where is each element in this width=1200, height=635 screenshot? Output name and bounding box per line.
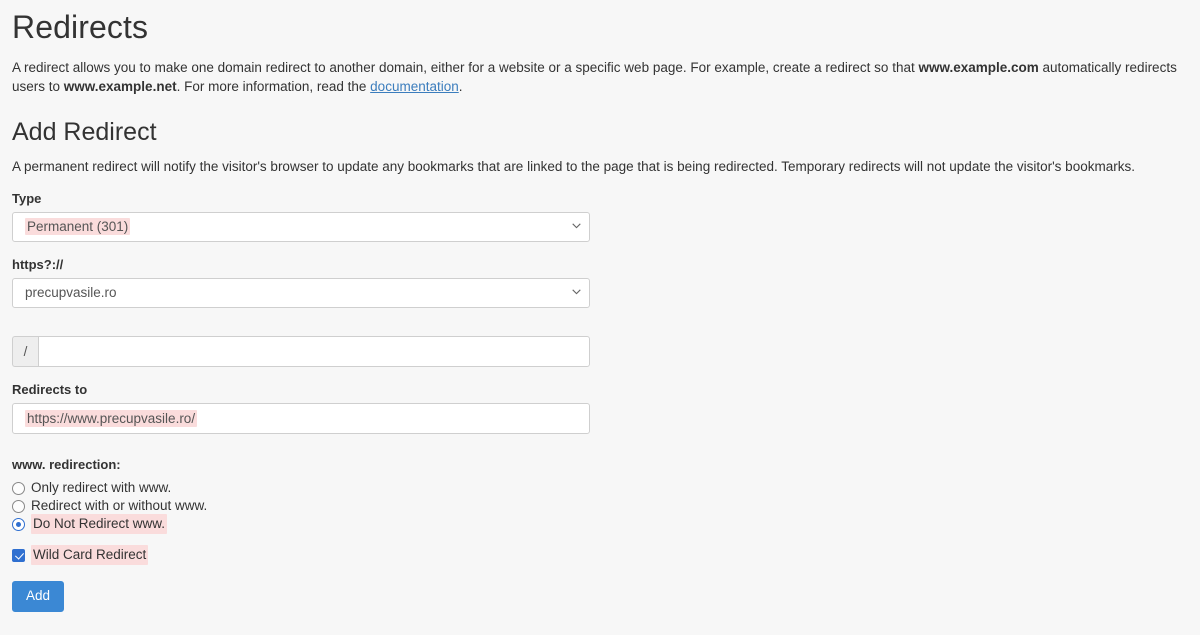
intro-text-part-3: . For more information, read the [176, 79, 371, 94]
wild-card-redirect-row[interactable]: Wild Card Redirect [12, 545, 590, 565]
intro-example-com: www.example.com [918, 60, 1039, 75]
path-slash-addon: / [12, 336, 38, 367]
radio-option-with-or-without-www[interactable]: Redirect with or without www. [12, 497, 590, 515]
type-select-value: Permanent (301) [25, 218, 131, 235]
intro-text-part-1: A redirect allows you to make one domain… [12, 60, 919, 75]
path-input-group: / [12, 336, 590, 367]
radio-option-do-not-redirect-www[interactable]: Do Not Redirect www. [12, 514, 590, 534]
radio-label-only-www: Only redirect with www. [31, 480, 172, 495]
radio-label-do-not-redirect-www: Do Not Redirect www. [31, 514, 168, 534]
submit-row: Add [12, 564, 590, 612]
domain-select[interactable]: precupvasile.ro [12, 278, 590, 308]
type-field-group: Type Permanent (301) [12, 190, 590, 242]
domain-field-group: https?:// precupvasile.ro [12, 256, 590, 308]
redirects-to-label: Redirects to [12, 382, 88, 397]
type-select[interactable]: Permanent (301) [12, 212, 590, 242]
path-input[interactable] [38, 336, 590, 367]
add-redirect-form: Type Permanent (301) https?:// precupvas… [12, 190, 590, 612]
radio-label-with-or-without-www: Redirect with or without www. [31, 498, 208, 513]
type-select-box[interactable]: Permanent (301) [12, 212, 590, 242]
intro-example-net: www.example.net [63, 79, 177, 94]
add-button[interactable]: Add [12, 581, 65, 612]
path-field-group: / [12, 336, 590, 367]
add-redirect-heading: Add Redirect [12, 118, 157, 146]
type-label: Type [12, 191, 42, 206]
wild-card-redirect-label: Wild Card Redirect [31, 545, 149, 565]
redirects-to-input[interactable]: https://www.precupvasile.ro/ [12, 403, 590, 434]
radio-icon-selected[interactable] [12, 517, 25, 531]
domain-label: https?:// [12, 257, 64, 272]
radio-icon[interactable] [12, 481, 25, 495]
documentation-link[interactable]: documentation [370, 79, 459, 94]
intro-text-part-4: . [458, 79, 463, 94]
add-redirect-description: A permanent redirect will notify the vis… [12, 159, 1135, 174]
radio-option-only-www[interactable]: Only redirect with www. [12, 479, 590, 497]
page-intro-text: A redirect allows you to make one domain… [12, 48, 1188, 96]
redirects-to-field-group: Redirects to https://www.precupvasile.ro… [12, 381, 590, 434]
checkbox-icon-checked[interactable] [12, 548, 25, 562]
page-title: Redirects [12, 9, 149, 45]
radio-icon[interactable] [12, 499, 25, 513]
redirects-page: Redirects A redirect allows you to make … [0, 0, 1200, 635]
www-redirection-heading: www. redirection: [12, 457, 121, 472]
redirects-to-value: https://www.precupvasile.ro/ [25, 410, 198, 427]
domain-select-box[interactable]: precupvasile.ro [12, 278, 590, 308]
